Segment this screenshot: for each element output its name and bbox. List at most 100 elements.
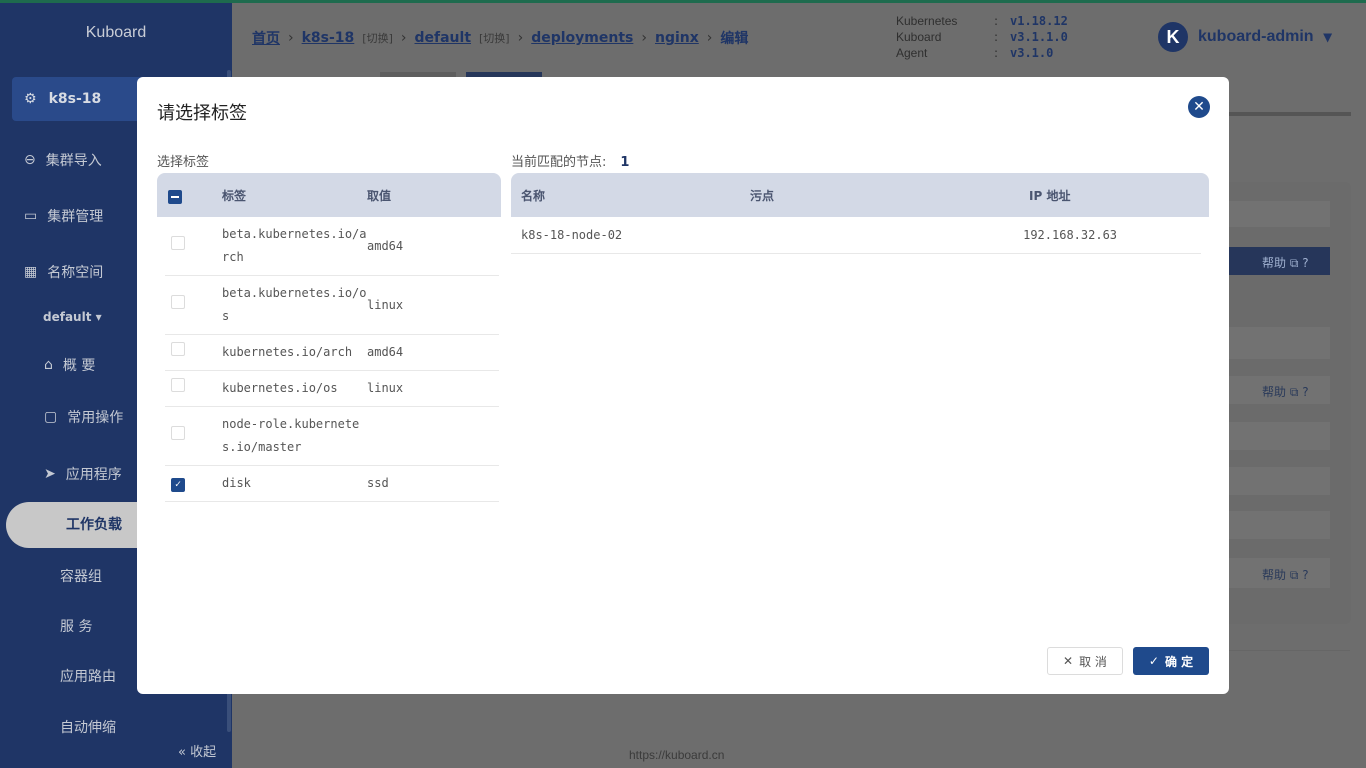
version-value: v3.1.1.0 bbox=[1010, 30, 1068, 44]
label-key: beta.kubernetes.io/os bbox=[222, 286, 367, 323]
close-icon[interactable]: ✕ bbox=[1188, 96, 1210, 118]
confirm-button[interactable]: ✓ 确 定 bbox=[1133, 647, 1209, 675]
gear-icon: ⚙ bbox=[24, 91, 37, 107]
sidebar-item-namespace[interactable]: ▦ 名称空间 bbox=[24, 262, 103, 282]
avatar: K bbox=[1158, 22, 1188, 52]
bg-divider bbox=[1229, 112, 1351, 116]
table-row[interactable]: beta.kubernetes.io/arch amd64 bbox=[165, 217, 499, 276]
logo: Kuboard bbox=[85, 24, 147, 41]
breadcrumb-namespace[interactable]: default bbox=[415, 30, 472, 46]
label-value: amd64 bbox=[367, 345, 404, 359]
sidebar-item-cluster-manage[interactable]: ▭ 集群管理 bbox=[24, 206, 103, 226]
column-header-value: 取值 bbox=[367, 188, 392, 203]
sidebar-item-applications[interactable]: ➤ 应用程序 bbox=[44, 464, 122, 484]
switch-namespace-link[interactable]: [切换] bbox=[479, 30, 510, 46]
chevron-right-icon: › bbox=[400, 30, 407, 46]
check-icon: ✓ bbox=[1148, 654, 1159, 668]
node-table-header: 名称 污点 IP 地址 bbox=[511, 173, 1209, 217]
table-row[interactable]: beta.kubernetes.io/os linux bbox=[165, 276, 499, 335]
dialog-title: 请选择标签 bbox=[157, 103, 247, 124]
sidebar-item-ingress[interactable]: 应用路由 bbox=[60, 666, 116, 686]
sidebar-item-pods[interactable]: 容器组 bbox=[60, 566, 102, 586]
label-value: linux bbox=[367, 297, 404, 312]
username: kuboard-admin bbox=[1198, 28, 1314, 45]
send-icon: ➤ bbox=[44, 466, 56, 482]
confirm-label: 确 定 bbox=[1164, 654, 1194, 669]
switch-cluster-link[interactable]: [切换] bbox=[362, 30, 393, 46]
help-link[interactable]: 帮助 ⧉ ? bbox=[1262, 254, 1309, 271]
table-row[interactable]: kubernetes.io/arch amd64 bbox=[165, 335, 499, 371]
breadcrumb-home[interactable]: 首页 bbox=[252, 28, 280, 48]
node-ip: 192.168.32.63 bbox=[1023, 228, 1118, 242]
chevron-right-icon: › bbox=[641, 30, 647, 46]
label-key: disk bbox=[222, 476, 251, 490]
collapse-sidebar-button[interactable]: « 收起 bbox=[178, 741, 216, 760]
row-checkbox[interactable] bbox=[171, 378, 185, 392]
row-checkbox[interactable]: ✓ bbox=[171, 477, 185, 492]
help-link[interactable]: 帮助 ⧉ ? bbox=[1262, 566, 1309, 583]
label-value: ssd bbox=[367, 476, 389, 490]
sidebar-item-label: 集群管理 bbox=[47, 209, 104, 225]
sidebar-item-label: 集群导入 bbox=[45, 153, 102, 169]
sidebar-item-label: 名称空间 bbox=[47, 265, 104, 281]
sidebar-item-label: 应用程序 bbox=[65, 467, 122, 483]
node-name: k8s-18-node-02 bbox=[521, 228, 623, 242]
cancel-button[interactable]: ✕ 取 消 bbox=[1047, 647, 1123, 675]
label-key: beta.kubernetes.io/arch bbox=[222, 227, 367, 264]
sidebar-item-label: 概 要 bbox=[62, 358, 96, 374]
label-key: node-role.kubernetes.io/master bbox=[222, 417, 360, 454]
sidebar-item-services[interactable]: 服 务 bbox=[60, 616, 92, 636]
sidebar-item-autoscale[interactable]: 自动伸缩 bbox=[60, 717, 116, 737]
sidebar-item-cluster-import[interactable]: ⊖ 集群导入 bbox=[24, 150, 102, 170]
version-value: v1.18.12 bbox=[1010, 14, 1068, 28]
help-link[interactable]: 帮助 ⧉ ? bbox=[1262, 383, 1309, 400]
row-checkbox[interactable] bbox=[171, 235, 185, 250]
label-table: 标签 取值 beta.kubernetes.io/arch amd64 beta.k… bbox=[157, 173, 501, 502]
sidebar-item-common-ops[interactable]: ▢ 常用操作 bbox=[44, 407, 123, 427]
chevron-right-icon: › bbox=[288, 30, 294, 46]
table-row[interactable]: kubernetes.io/os linux bbox=[165, 371, 499, 407]
bg-row bbox=[1229, 201, 1330, 227]
row-checkbox[interactable] bbox=[171, 294, 185, 309]
table-row: k8s-18-node-02 192.168.32.63 bbox=[511, 217, 1201, 254]
cancel-label: 取 消 bbox=[1079, 654, 1107, 669]
label-key: kubernetes.io/os bbox=[222, 381, 338, 395]
label-value: linux bbox=[367, 381, 404, 395]
version-name: Agent bbox=[896, 46, 928, 60]
folder-icon: ▢ bbox=[44, 409, 58, 425]
version-value: v3.1.0 bbox=[1010, 46, 1054, 60]
label-select-dialog: 请选择标签 ✕ 选择标签 当前匹配的节点: 1 标签 取值 beta.kubern… bbox=[137, 77, 1229, 694]
table-row[interactable]: ✓ disk ssd bbox=[165, 466, 499, 502]
top-accent-line bbox=[0, 0, 1366, 3]
version-name: Kubernetes bbox=[896, 14, 958, 28]
cluster-name: k8s-18 bbox=[48, 91, 102, 107]
row-checkbox[interactable] bbox=[171, 342, 185, 356]
table-row[interactable]: node-role.kubernetes.io/master bbox=[165, 407, 499, 466]
link-icon: ⊖ bbox=[24, 152, 36, 168]
grid-icon: ▦ bbox=[24, 264, 38, 280]
sidebar-item-overview[interactable]: ⌂ 概 要 bbox=[44, 355, 95, 375]
column-header-label: 标签 bbox=[222, 188, 247, 203]
matched-nodes-heading: 当前匹配的节点: 1 bbox=[511, 151, 629, 170]
caret-down-icon: ▾ bbox=[1323, 29, 1332, 46]
home-icon: ⌂ bbox=[44, 357, 53, 373]
row-checkbox[interactable] bbox=[171, 425, 185, 440]
footer-link[interactable]: https://kuboard.cn bbox=[629, 748, 724, 762]
sidebar-item-label: 常用操作 bbox=[67, 410, 124, 426]
matched-node-count: 1 bbox=[620, 155, 630, 170]
box-icon: ▭ bbox=[24, 208, 38, 224]
breadcrumb: 首页 › k8s-18 [切换] › default [切换] › deploy… bbox=[252, 28, 748, 48]
breadcrumb-cluster[interactable]: k8s-18 bbox=[302, 30, 355, 46]
user-menu[interactable]: K kuboard-admin ▾ bbox=[1158, 22, 1332, 52]
label-key: kubernetes.io/arch bbox=[222, 345, 353, 359]
matched-nodes-label: 当前匹配的节点: bbox=[511, 155, 607, 170]
breadcrumb-name[interactable]: nginx bbox=[655, 30, 699, 46]
version-info: Kubernetes: v1.18.12 Kuboard: v3.1.1.0 Age… bbox=[896, 14, 1068, 60]
close-icon: ✕ bbox=[1063, 654, 1074, 668]
breadcrumb-kind[interactable]: deployments bbox=[531, 30, 633, 46]
select-all-checkbox[interactable] bbox=[168, 189, 182, 204]
label-value: amd64 bbox=[367, 238, 404, 253]
bg-row bbox=[1229, 467, 1330, 495]
bg-row bbox=[1229, 511, 1330, 539]
namespace-select[interactable]: default ▾ bbox=[43, 310, 102, 324]
